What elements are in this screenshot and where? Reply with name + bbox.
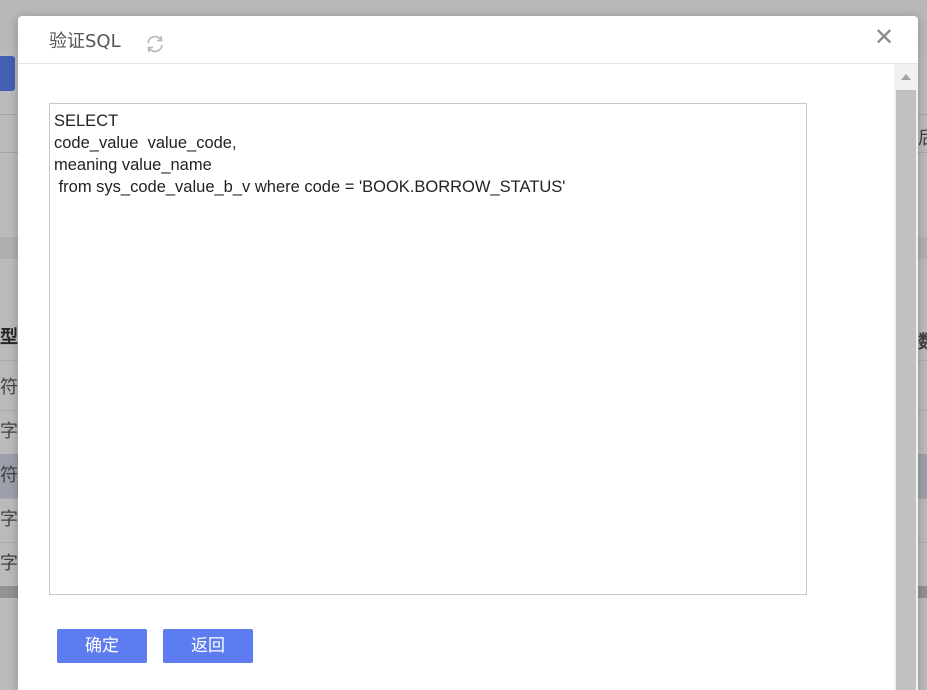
back-button[interactable]: 返回 bbox=[163, 629, 253, 663]
dialog-title: 验证SQL bbox=[49, 31, 121, 52]
scroll-thumb[interactable] bbox=[896, 90, 916, 690]
dialog-body: SELECT code_value value_code, meaning va… bbox=[18, 64, 894, 690]
refresh-icon[interactable] bbox=[144, 34, 166, 54]
validate-sql-dialog: 验证SQL ✕ SELECT code_value value_code, me… bbox=[18, 16, 918, 690]
dialog-header: 验证SQL ✕ bbox=[18, 16, 918, 64]
confirm-button[interactable]: 确定 bbox=[57, 629, 147, 663]
sql-textarea[interactable]: SELECT code_value value_code, meaning va… bbox=[49, 103, 807, 595]
close-icon[interactable]: ✕ bbox=[872, 25, 896, 49]
dialog-scrollbar[interactable] bbox=[894, 64, 918, 690]
scroll-up-arrow-icon[interactable] bbox=[894, 64, 918, 90]
